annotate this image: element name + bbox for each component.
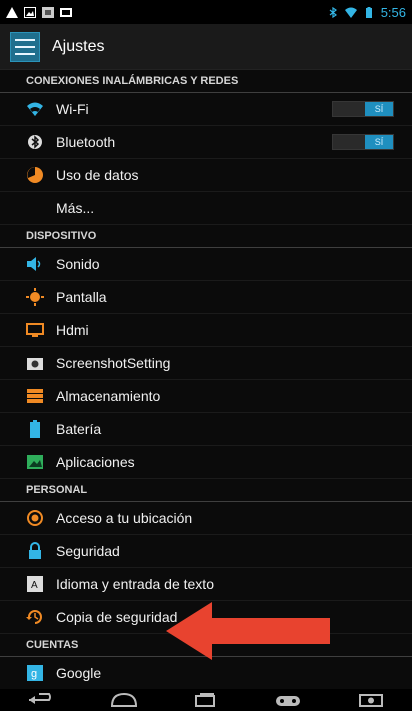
bluetooth-icon xyxy=(26,133,44,151)
settings-item-label: Uso de datos xyxy=(56,167,139,183)
location-icon xyxy=(26,509,44,527)
camera-icon xyxy=(26,354,44,372)
settings-app-icon[interactable] xyxy=(10,31,40,62)
wifi-status-icon xyxy=(344,7,357,18)
settings-item-label: ScreenshotSetting xyxy=(56,355,171,371)
language-icon: A xyxy=(26,575,44,593)
settings-item-more[interactable]: Más... xyxy=(0,192,412,225)
section-header-wireless: CONEXIONES INALÁMBRICAS Y REDES xyxy=(0,70,412,93)
settings-item-label: Bluetooth xyxy=(56,134,116,150)
settings-item-label: Acceso a tu ubicación xyxy=(56,510,193,526)
home-icon[interactable] xyxy=(110,692,138,708)
settings-item-wifi[interactable]: Wi-Fi SÍ xyxy=(0,93,412,126)
hdmi-icon xyxy=(26,321,44,339)
battery-status-icon xyxy=(365,6,372,18)
bluetooth-toggle[interactable]: SÍ xyxy=(332,134,394,150)
gamepad-icon[interactable] xyxy=(274,692,302,708)
image-icon xyxy=(24,6,36,18)
red-arrow-annotation xyxy=(166,602,330,660)
settings-item-sound[interactable]: Sonido xyxy=(0,248,412,281)
settings-item-label: Almacenamiento xyxy=(56,388,161,404)
wifi-icon xyxy=(26,100,44,118)
svg-text:g: g xyxy=(31,668,37,680)
svg-text:A: A xyxy=(31,580,38,591)
settings-item-label: Más... xyxy=(56,200,95,216)
recent-apps-icon[interactable] xyxy=(192,692,220,708)
storage-icon xyxy=(26,387,44,405)
action-bar: Ajustes xyxy=(0,24,412,70)
settings-item-label: Copia de seguridad xyxy=(56,609,178,625)
screenshot-icon[interactable] xyxy=(357,692,385,708)
back-icon[interactable] xyxy=(27,692,55,708)
google-icon: g xyxy=(26,664,44,682)
apps-icon xyxy=(26,453,44,471)
settings-item-security[interactable]: Seguridad xyxy=(0,535,412,568)
settings-item-apps[interactable]: Aplicaciones xyxy=(0,446,412,479)
clock: 5:56 xyxy=(380,4,406,20)
status-bar: 5:56 xyxy=(0,0,412,24)
bluetooth-status-icon xyxy=(329,6,337,18)
gallery-icon xyxy=(60,7,72,17)
settings-item-battery[interactable]: Batería xyxy=(0,413,412,446)
navigation-bar xyxy=(0,689,412,711)
blank-icon xyxy=(26,199,44,217)
settings-item-location[interactable]: Acceso a tu ubicación xyxy=(0,502,412,535)
sound-icon xyxy=(26,255,44,273)
toggle-knob: SÍ xyxy=(365,102,393,116)
settings-item-language[interactable]: A Idioma y entrada de texto xyxy=(0,568,412,601)
settings-item-hdmi[interactable]: Hdmi xyxy=(0,314,412,347)
settings-item-screenshot[interactable]: ScreenshotSetting xyxy=(0,347,412,380)
warning-icon xyxy=(6,6,18,18)
settings-item-storage[interactable]: Almacenamiento xyxy=(0,380,412,413)
toggle-knob: SÍ xyxy=(365,135,393,149)
settings-item-display[interactable]: Pantalla xyxy=(0,281,412,314)
settings-item-label: Hdmi xyxy=(56,322,89,338)
settings-item-label: Seguridad xyxy=(56,543,120,559)
settings-item-label: Pantalla xyxy=(56,289,107,305)
page-title: Ajustes xyxy=(52,37,105,55)
data-usage-icon xyxy=(26,166,44,184)
wifi-toggle[interactable]: SÍ xyxy=(332,101,394,117)
settings-item-google[interactable]: g Google xyxy=(0,657,412,690)
settings-item-label: Aplicaciones xyxy=(56,454,135,470)
notification-icons xyxy=(6,6,72,18)
settings-item-label: Idioma y entrada de texto xyxy=(56,576,214,592)
settings-item-label: Google xyxy=(56,665,102,681)
settings-list: CONEXIONES INALÁMBRICAS Y REDES Wi-Fi SÍ… xyxy=(0,70,412,690)
settings-item-data-usage[interactable]: Uso de datos xyxy=(0,159,412,192)
section-header-personal: PERSONAL xyxy=(0,479,412,502)
display-icon xyxy=(26,288,44,306)
settings-item-bluetooth[interactable]: Bluetooth SÍ xyxy=(0,126,412,159)
lock-icon xyxy=(26,542,44,560)
media-icon xyxy=(42,6,54,18)
battery-icon xyxy=(26,420,44,438)
backup-icon xyxy=(26,608,44,626)
settings-item-label: Sonido xyxy=(56,256,100,272)
section-header-device: DISPOSITIVO xyxy=(0,225,412,248)
system-icons: 5:56 xyxy=(327,5,406,20)
settings-item-label: Wi-Fi xyxy=(56,101,89,117)
settings-item-label: Batería xyxy=(56,421,102,437)
